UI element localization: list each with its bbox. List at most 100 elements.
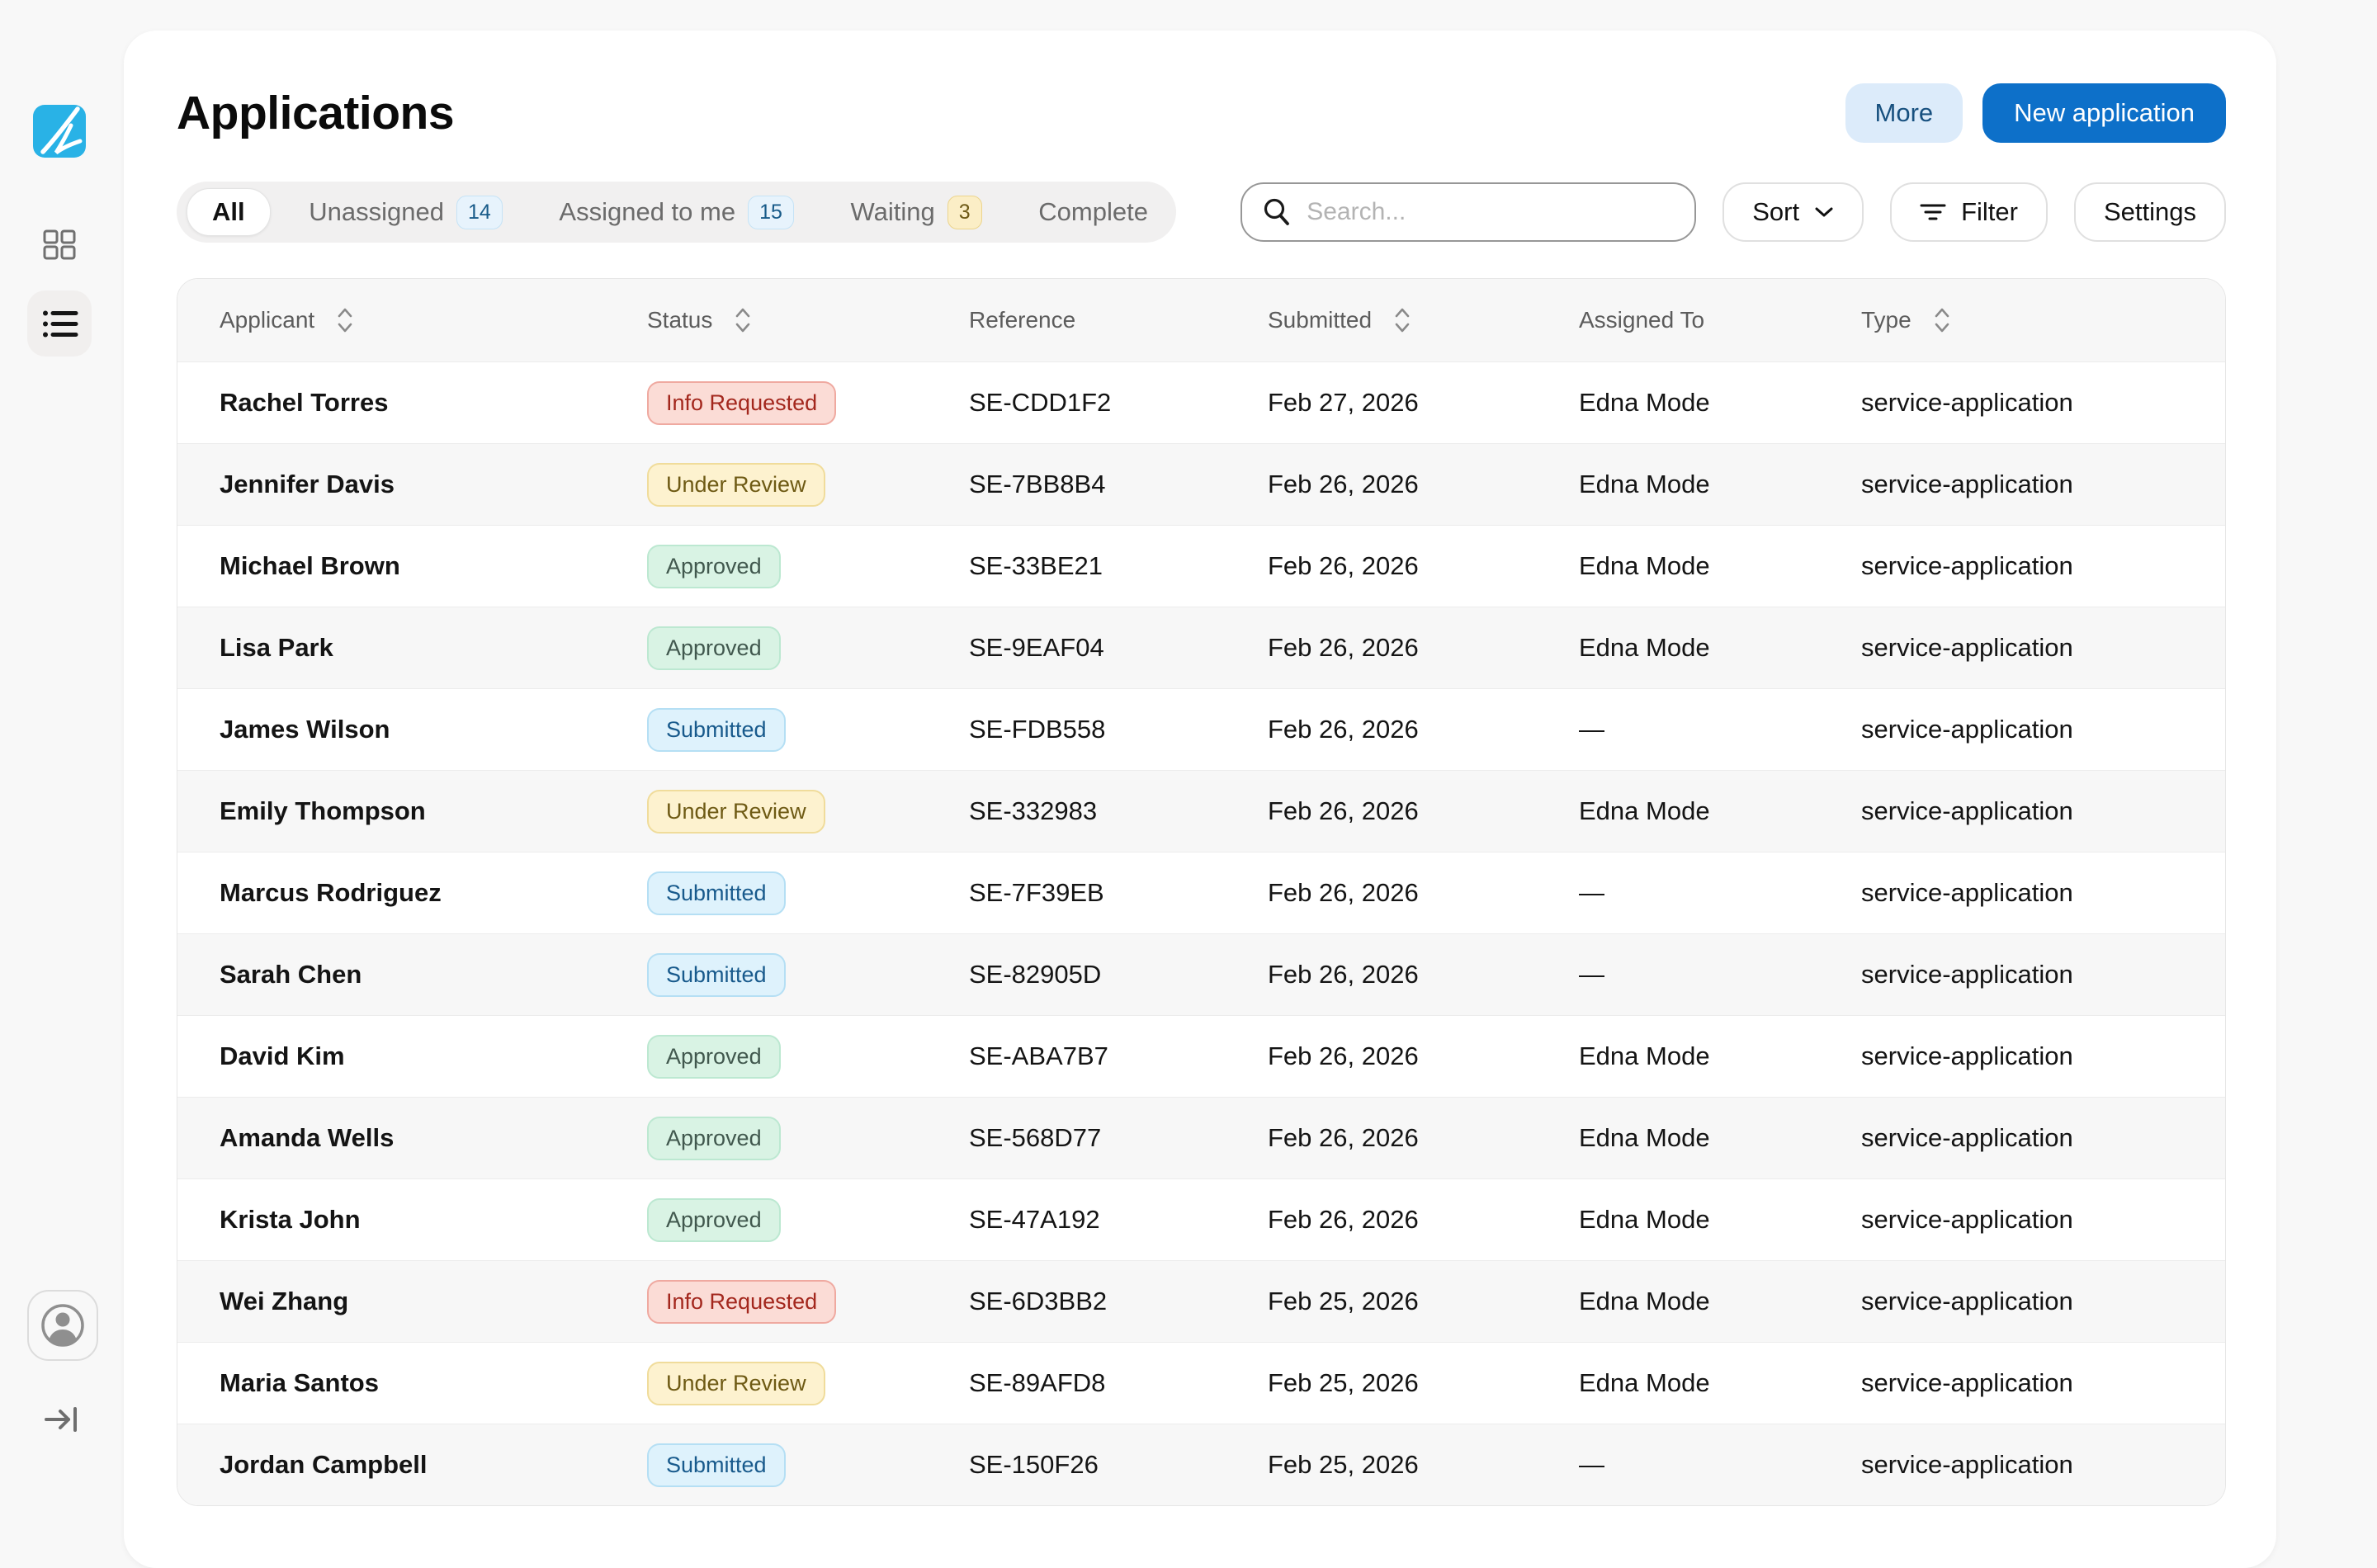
reference-cell: SE-82905D (927, 960, 1226, 989)
reference-cell: SE-CDD1F2 (927, 388, 1226, 418)
reference-cell: SE-150F26 (927, 1450, 1226, 1480)
assigned-to-cell: Edna Mode (1537, 1123, 1819, 1153)
status-cell: Under Review (605, 1362, 927, 1405)
applicant-cell: Jordan Campbell (177, 1450, 605, 1480)
tab-all[interactable]: All (187, 188, 271, 236)
filter-label: Filter (1961, 197, 2018, 227)
status-badge: Submitted (647, 871, 786, 915)
sort-arrows-icon (734, 305, 752, 335)
applicant-cell: Marcus Rodriguez (177, 878, 605, 908)
status-cell: Approved (605, 1117, 927, 1160)
column-header-submitted[interactable]: Submitted (1226, 305, 1537, 335)
sidebar-item-applications-list[interactable] (27, 290, 92, 357)
sort-button[interactable]: Sort (1722, 182, 1864, 242)
table-row[interactable]: James Wilson Submitted SE-FDB558 Feb 26,… (177, 688, 2225, 770)
reference-cell: SE-47A192 (927, 1205, 1226, 1235)
table-row[interactable]: Marcus Rodriguez Submitted SE-7F39EB Feb… (177, 852, 2225, 933)
user-profile-button[interactable] (27, 1290, 98, 1361)
arrow-to-bar-icon (44, 1398, 82, 1441)
column-header-status[interactable]: Status (605, 305, 927, 335)
table-row[interactable]: Michael Brown Approved SE-33BE21 Feb 26,… (177, 525, 2225, 607)
status-badge: Info Requested (647, 381, 836, 425)
table-row[interactable]: Jennifer Davis Under Review SE-7BB8B4 Fe… (177, 443, 2225, 525)
status-badge: Info Requested (647, 1280, 836, 1324)
type-cell: service-application (1819, 1205, 2225, 1235)
applicant-cell: Maria Santos (177, 1368, 605, 1398)
type-cell: service-application (1819, 388, 2225, 418)
table-row[interactable]: David Kim Approved SE-ABA7B7 Feb 26, 202… (177, 1015, 2225, 1097)
filter-icon (1920, 202, 1946, 222)
column-header-applicant[interactable]: Applicant (177, 305, 605, 335)
column-header-label: Type (1861, 307, 1912, 333)
app-logo[interactable] (33, 105, 86, 158)
table-row[interactable]: Rachel Torres Info Requested SE-CDD1F2 F… (177, 361, 2225, 443)
tab-waiting[interactable]: Waiting 3 (833, 188, 1000, 236)
status-badge: Submitted (647, 708, 786, 752)
submitted-cell: Feb 26, 2026 (1226, 960, 1537, 989)
type-cell: service-application (1819, 633, 2225, 663)
submitted-cell: Feb 26, 2026 (1226, 633, 1537, 663)
more-button[interactable]: More (1845, 83, 1964, 143)
table-row[interactable]: Maria Santos Under Review SE-89AFD8 Feb … (177, 1342, 2225, 1424)
search-input[interactable] (1307, 198, 1675, 226)
reference-cell: SE-ABA7B7 (927, 1041, 1226, 1071)
tab-label: Complete (1038, 197, 1148, 227)
avatar-icon (40, 1302, 86, 1348)
column-header-type[interactable]: Type (1819, 305, 2225, 335)
type-cell: service-application (1819, 470, 2225, 499)
tab-assigned-to-me[interactable]: Assigned to me 15 (541, 188, 811, 236)
submitted-cell: Feb 25, 2026 (1226, 1368, 1537, 1398)
tab-count-badge: 14 (456, 196, 503, 229)
chevron-down-icon (1814, 206, 1834, 218)
table-row[interactable]: Wei Zhang Info Requested SE-6D3BB2 Feb 2… (177, 1260, 2225, 1342)
status-cell: Info Requested (605, 381, 927, 425)
status-badge: Approved (647, 545, 781, 588)
settings-label: Settings (2104, 197, 2196, 227)
assigned-to-cell: Edna Mode (1537, 1287, 1819, 1316)
status-badge: Submitted (647, 953, 786, 997)
applications-panel: Applications More New application All Un… (124, 31, 2276, 1568)
assigned-to-cell: Edna Mode (1537, 1041, 1819, 1071)
assigned-to-cell: Edna Mode (1537, 796, 1819, 826)
settings-button[interactable]: Settings (2074, 182, 2226, 242)
type-cell: service-application (1819, 1450, 2225, 1480)
column-header-label: Submitted (1268, 307, 1372, 333)
assigned-to-cell: — (1537, 715, 1819, 744)
tab-label: Assigned to me (559, 197, 735, 227)
tab-label: Waiting (851, 197, 935, 227)
applicant-cell: David Kim (177, 1041, 605, 1071)
tab-label: All (212, 197, 245, 227)
type-cell: service-application (1819, 960, 2225, 989)
column-header-reference: Reference (927, 307, 1226, 333)
submitted-cell: Feb 26, 2026 (1226, 470, 1537, 499)
status-cell: Approved (605, 1035, 927, 1079)
type-cell: service-application (1819, 1041, 2225, 1071)
new-application-button[interactable]: New application (1982, 83, 2226, 143)
tab-complete[interactable]: Complete (1020, 188, 1166, 236)
tab-unassigned[interactable]: Unassigned 14 (291, 188, 521, 236)
status-badge: Under Review (647, 1362, 825, 1405)
reference-cell: SE-7BB8B4 (927, 470, 1226, 499)
assigned-to-cell: — (1537, 1450, 1819, 1480)
table-row[interactable]: Emily Thompson Under Review SE-332983 Fe… (177, 770, 2225, 852)
tab-count-badge: 15 (748, 196, 794, 229)
filter-button[interactable]: Filter (1890, 182, 2048, 242)
search-box[interactable] (1240, 182, 1696, 242)
table-row[interactable]: Amanda Wells Approved SE-568D77 Feb 26, … (177, 1097, 2225, 1178)
controls-row: All Unassigned 14 Assigned to me 15 Wait… (177, 182, 2226, 243)
assigned-to-cell: Edna Mode (1537, 633, 1819, 663)
status-cell: Under Review (605, 463, 927, 507)
table-row[interactable]: Sarah Chen Submitted SE-82905D Feb 26, 2… (177, 933, 2225, 1015)
table-row[interactable]: Krista John Approved SE-47A192 Feb 26, 2… (177, 1178, 2225, 1260)
table-row[interactable]: Jordan Campbell Submitted SE-150F26 Feb … (177, 1424, 2225, 1505)
status-badge: Approved (647, 1117, 781, 1160)
sidebar-item-dashboard[interactable] (30, 216, 89, 272)
type-cell: service-application (1819, 1123, 2225, 1153)
grid-icon (43, 229, 76, 260)
table-row[interactable]: Lisa Park Approved SE-9EAF04 Feb 26, 202… (177, 607, 2225, 688)
list-icon (41, 307, 78, 341)
type-cell: service-application (1819, 1287, 2225, 1316)
collapse-sidebar-button[interactable] (40, 1396, 86, 1443)
applicant-cell: Lisa Park (177, 633, 605, 663)
submitted-cell: Feb 27, 2026 (1226, 388, 1537, 418)
